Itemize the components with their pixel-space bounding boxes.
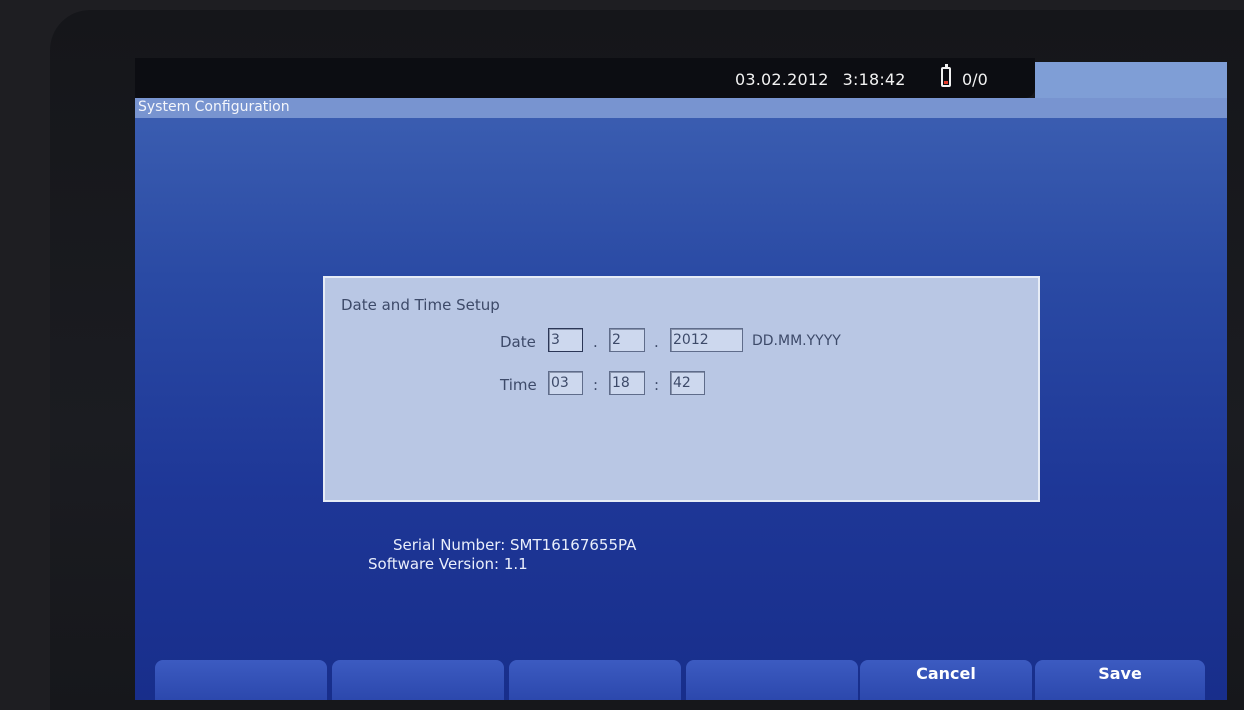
time-label: Time xyxy=(500,376,537,394)
screen: System Configuration Date and Time Setup… xyxy=(135,98,1227,700)
softkey-4[interactable] xyxy=(686,660,858,700)
day-field[interactable]: 3 xyxy=(548,328,583,352)
save-button[interactable]: Save xyxy=(1035,660,1205,700)
date-format-hint: DD.MM.YYYY xyxy=(752,333,841,349)
battery-count: 0/0 xyxy=(962,70,988,89)
month-field[interactable]: 2 xyxy=(609,328,645,352)
hours-field[interactable]: 03 xyxy=(548,371,583,395)
dialog-title: Date and Time Setup xyxy=(341,296,500,314)
software-version: Software Version: 1.1 xyxy=(368,555,528,573)
battery-low-icon xyxy=(941,64,951,87)
window-title: System Configuration xyxy=(138,99,290,115)
date-label: Date xyxy=(500,333,536,351)
softkey-1[interactable] xyxy=(155,660,327,700)
date-separator: . xyxy=(654,333,659,351)
tab-corner xyxy=(1035,62,1227,100)
time-separator: : xyxy=(593,376,599,394)
status-date: 03.02.2012 xyxy=(735,70,829,89)
date-separator: . xyxy=(593,333,598,351)
seconds-field[interactable]: 42 xyxy=(670,371,705,395)
title-bar: System Configuration xyxy=(135,98,1227,118)
status-time: 3:18:42 xyxy=(842,70,906,89)
cancel-button[interactable]: Cancel xyxy=(860,660,1032,700)
date-time-dialog: Date and Time Setup Date 3 . 2 . 2012 DD… xyxy=(323,276,1040,502)
year-field[interactable]: 2012 xyxy=(670,328,743,352)
softkey-3[interactable] xyxy=(509,660,681,700)
time-separator: : xyxy=(654,376,660,394)
serial-number: Serial Number: SMT16167655PA xyxy=(393,536,637,554)
minutes-field[interactable]: 18 xyxy=(609,371,645,395)
status-datetime: 03.02.2012 3:18:42 xyxy=(735,70,906,89)
softkey-2[interactable] xyxy=(332,660,504,700)
